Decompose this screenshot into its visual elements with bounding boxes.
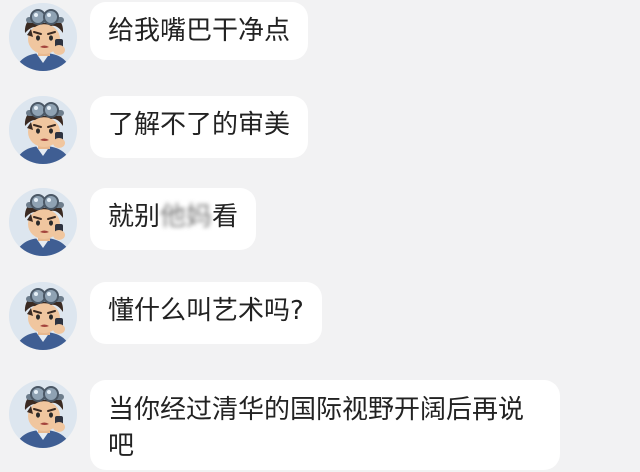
message-bubble[interactable]: 当你经过清华的国际视野开阔后再说吧 <box>90 380 560 470</box>
message-text: 给我嘴巴干净点 <box>108 16 291 46</box>
message-text-start: 就别 <box>108 202 161 232</box>
message-text: 当你经过清华的国际视野开阔后再说吧 <box>108 395 525 461</box>
cartoon-boy-avatar-icon[interactable] <box>9 3 77 71</box>
message-text: 懂什么叫艺术吗? <box>108 296 304 326</box>
cartoon-boy-avatar-icon[interactable] <box>9 96 77 164</box>
message-bubble[interactable]: 给我嘴巴干净点 <box>90 2 309 60</box>
cartoon-boy-avatar-icon[interactable] <box>9 188 77 256</box>
message-bubble[interactable]: 就别他妈看 <box>90 188 257 250</box>
message-text: 了解不了的审美 <box>108 110 291 140</box>
cartoon-boy-avatar-icon[interactable] <box>9 282 77 350</box>
cartoon-boy-avatar-icon[interactable] <box>9 380 77 448</box>
obscured-text: 他妈 <box>160 202 213 232</box>
message-bubble[interactable]: 了解不了的审美 <box>90 96 309 158</box>
chat-thread: 给我嘴巴干净点 了解不了的审美 就别他妈看 懂什么叫艺术吗? 当你经过清华的国际 <box>0 0 640 472</box>
message-bubble[interactable]: 懂什么叫艺术吗? <box>90 282 322 344</box>
message-text-end: 看 <box>212 202 239 232</box>
